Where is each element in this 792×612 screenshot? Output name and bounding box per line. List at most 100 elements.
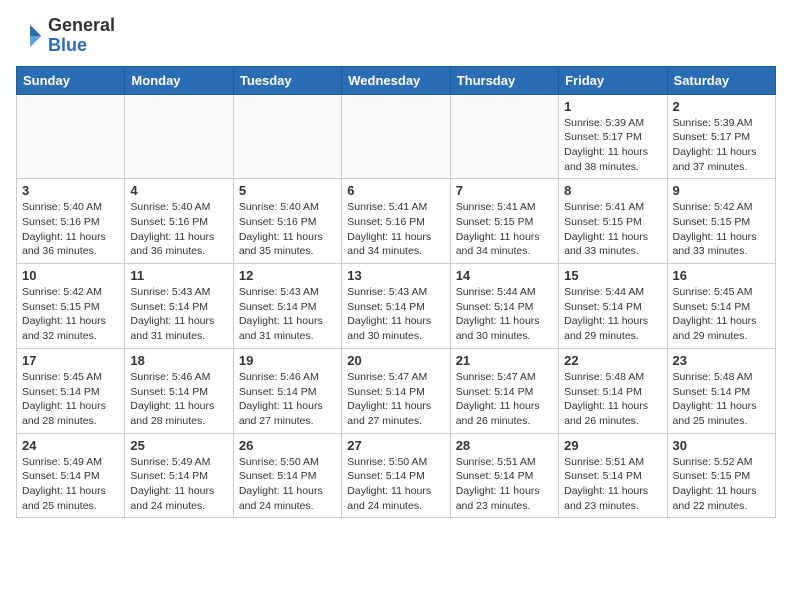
- calendar-cell: 30Sunrise: 5:52 AM Sunset: 5:15 PM Dayli…: [667, 433, 775, 518]
- calendar-cell: 8Sunrise: 5:41 AM Sunset: 5:15 PM Daylig…: [559, 179, 667, 264]
- calendar-cell: 13 Sunrise: 5:43 AM Sunset: 5:14 PM Dayli…: [342, 264, 450, 349]
- day-number: 20: [347, 353, 444, 368]
- calendar-week-2: 3 Sunrise: 5:40 AM Sunset: 5:16 PM Daylig…: [17, 179, 776, 264]
- calendar-cell: 4 Sunrise: 5:40 AM Sunset: 5:16 PM Daylig…: [125, 179, 233, 264]
- day-info: Sunrise: 5:41 AM Sunset: 5:16 PM Dayligh…: [347, 200, 444, 259]
- day-number: 10: [22, 268, 119, 283]
- day-number: 24: [22, 438, 119, 453]
- day-number: 7: [456, 183, 553, 198]
- day-info: Sunrise: 5:49 AM Sunset: 5:14 PM Dayligh…: [130, 455, 227, 514]
- page-header: General Blue: [16, 16, 776, 56]
- day-info: Sunrise: 5:48 AM Sunset: 5:14 PM Dayligh…: [673, 370, 770, 429]
- day-number: 4: [130, 183, 227, 198]
- calendar-cell: 5 Sunrise: 5:40 AM Sunset: 5:16 PM Daylig…: [233, 179, 341, 264]
- day-number: 28: [456, 438, 553, 453]
- calendar-cell: 28Sunrise: 5:51 AM Sunset: 5:14 PM Dayli…: [450, 433, 558, 518]
- calendar-cell: 1Sunrise: 5:39 AM Sunset: 5:17 PM Daylig…: [559, 94, 667, 179]
- weekday-header-monday: Monday: [125, 66, 233, 94]
- calendar-cell: 18 Sunrise: 5:46 AM Sunset: 5:14 PM Dayli…: [125, 348, 233, 433]
- day-number: 19: [239, 353, 336, 368]
- day-info: Sunrise: 5:46 AM Sunset: 5:14 PM Dayligh…: [130, 370, 227, 429]
- day-info: Sunrise: 5:43 AM Sunset: 5:14 PM Dayligh…: [347, 285, 444, 344]
- day-number: 16: [673, 268, 770, 283]
- day-number: 13: [347, 268, 444, 283]
- day-info: Sunrise: 5:47 AM Sunset: 5:14 PM Dayligh…: [456, 370, 553, 429]
- calendar-cell: [125, 94, 233, 179]
- calendar-cell: 14 Sunrise: 5:44 AM Sunset: 5:14 PM Dayli…: [450, 264, 558, 349]
- weekday-header-tuesday: Tuesday: [233, 66, 341, 94]
- calendar-cell: [17, 94, 125, 179]
- weekday-header-wednesday: Wednesday: [342, 66, 450, 94]
- calendar-cell: 21 Sunrise: 5:47 AM Sunset: 5:14 PM Dayli…: [450, 348, 558, 433]
- calendar-cell: 10 Sunrise: 5:42 AM Sunset: 5:15 PM Dayli…: [17, 264, 125, 349]
- day-number: 22: [564, 353, 661, 368]
- logo-general-text: General: [48, 16, 115, 36]
- day-info: Sunrise: 5:44 AM Sunset: 5:14 PM Dayligh…: [456, 285, 553, 344]
- day-info: Sunrise: 5:47 AM Sunset: 5:14 PM Dayligh…: [347, 370, 444, 429]
- calendar-cell: 25 Sunrise: 5:49 AM Sunset: 5:14 PM Dayli…: [125, 433, 233, 518]
- calendar-table: SundayMondayTuesdayWednesdayThursdayFrid…: [16, 66, 776, 519]
- logo-blue-text: Blue: [48, 36, 115, 56]
- day-number: 18: [130, 353, 227, 368]
- logo: General Blue: [16, 16, 115, 56]
- calendar-body: 1Sunrise: 5:39 AM Sunset: 5:17 PM Daylig…: [17, 94, 776, 518]
- day-info: Sunrise: 5:43 AM Sunset: 5:14 PM Dayligh…: [239, 285, 336, 344]
- calendar-week-4: 17 Sunrise: 5:45 AM Sunset: 5:14 PM Dayli…: [17, 348, 776, 433]
- calendar-cell: [233, 94, 341, 179]
- calendar-cell: 20 Sunrise: 5:47 AM Sunset: 5:14 PM Dayli…: [342, 348, 450, 433]
- calendar-cell: 24 Sunrise: 5:49 AM Sunset: 5:14 PM Dayli…: [17, 433, 125, 518]
- calendar-cell: 15Sunrise: 5:44 AM Sunset: 5:14 PM Dayli…: [559, 264, 667, 349]
- day-info: Sunrise: 5:46 AM Sunset: 5:14 PM Dayligh…: [239, 370, 336, 429]
- calendar-cell: 22 Sunrise: 5:48 AM Sunset: 5:14 PM Dayli…: [559, 348, 667, 433]
- day-number: 27: [347, 438, 444, 453]
- day-info: Sunrise: 5:41 AM Sunset: 5:15 PM Dayligh…: [456, 200, 553, 259]
- calendar-cell: 3 Sunrise: 5:40 AM Sunset: 5:16 PM Daylig…: [17, 179, 125, 264]
- day-info: Sunrise: 5:41 AM Sunset: 5:15 PM Dayligh…: [564, 200, 661, 259]
- day-number: 11: [130, 268, 227, 283]
- calendar-cell: 7 Sunrise: 5:41 AM Sunset: 5:15 PM Daylig…: [450, 179, 558, 264]
- day-info: Sunrise: 5:49 AM Sunset: 5:14 PM Dayligh…: [22, 455, 119, 514]
- day-info: Sunrise: 5:48 AM Sunset: 5:14 PM Dayligh…: [564, 370, 661, 429]
- day-number: 2: [673, 99, 770, 114]
- calendar-cell: 12 Sunrise: 5:43 AM Sunset: 5:14 PM Dayli…: [233, 264, 341, 349]
- day-number: 6: [347, 183, 444, 198]
- calendar-cell: 16 Sunrise: 5:45 AM Sunset: 5:14 PM Dayli…: [667, 264, 775, 349]
- calendar-cell: 11 Sunrise: 5:43 AM Sunset: 5:14 PM Dayli…: [125, 264, 233, 349]
- day-info: Sunrise: 5:45 AM Sunset: 5:14 PM Dayligh…: [673, 285, 770, 344]
- day-info: Sunrise: 5:40 AM Sunset: 5:16 PM Dayligh…: [130, 200, 227, 259]
- calendar-cell: [450, 94, 558, 179]
- day-number: 12: [239, 268, 336, 283]
- day-number: 26: [239, 438, 336, 453]
- calendar-cell: 9Sunrise: 5:42 AM Sunset: 5:15 PM Daylig…: [667, 179, 775, 264]
- weekday-header-friday: Friday: [559, 66, 667, 94]
- day-info: Sunrise: 5:40 AM Sunset: 5:16 PM Dayligh…: [22, 200, 119, 259]
- day-info: Sunrise: 5:43 AM Sunset: 5:14 PM Dayligh…: [130, 285, 227, 344]
- day-number: 21: [456, 353, 553, 368]
- calendar-cell: 17 Sunrise: 5:45 AM Sunset: 5:14 PM Dayli…: [17, 348, 125, 433]
- day-info: Sunrise: 5:40 AM Sunset: 5:16 PM Dayligh…: [239, 200, 336, 259]
- day-number: 5: [239, 183, 336, 198]
- day-info: Sunrise: 5:42 AM Sunset: 5:15 PM Dayligh…: [673, 200, 770, 259]
- day-info: Sunrise: 5:42 AM Sunset: 5:15 PM Dayligh…: [22, 285, 119, 344]
- calendar-header: SundayMondayTuesdayWednesdayThursdayFrid…: [17, 66, 776, 94]
- calendar-week-1: 1Sunrise: 5:39 AM Sunset: 5:17 PM Daylig…: [17, 94, 776, 179]
- day-number: 15: [564, 268, 661, 283]
- day-number: 30: [673, 438, 770, 453]
- calendar-cell: 26Sunrise: 5:50 AM Sunset: 5:14 PM Dayli…: [233, 433, 341, 518]
- day-number: 14: [456, 268, 553, 283]
- day-number: 25: [130, 438, 227, 453]
- calendar-cell: [342, 94, 450, 179]
- weekday-header-row: SundayMondayTuesdayWednesdayThursdayFrid…: [17, 66, 776, 94]
- logo-icon: [16, 22, 44, 50]
- calendar-cell: 23 Sunrise: 5:48 AM Sunset: 5:14 PM Dayli…: [667, 348, 775, 433]
- day-number: 3: [22, 183, 119, 198]
- day-info: Sunrise: 5:45 AM Sunset: 5:14 PM Dayligh…: [22, 370, 119, 429]
- day-number: 23: [673, 353, 770, 368]
- day-info: Sunrise: 5:51 AM Sunset: 5:14 PM Dayligh…: [564, 455, 661, 514]
- calendar-cell: 19 Sunrise: 5:46 AM Sunset: 5:14 PM Dayli…: [233, 348, 341, 433]
- day-number: 17: [22, 353, 119, 368]
- day-info: Sunrise: 5:50 AM Sunset: 5:14 PM Dayligh…: [347, 455, 444, 514]
- day-info: Sunrise: 5:39 AM Sunset: 5:17 PM Dayligh…: [673, 116, 770, 175]
- weekday-header-sunday: Sunday: [17, 66, 125, 94]
- weekday-header-thursday: Thursday: [450, 66, 558, 94]
